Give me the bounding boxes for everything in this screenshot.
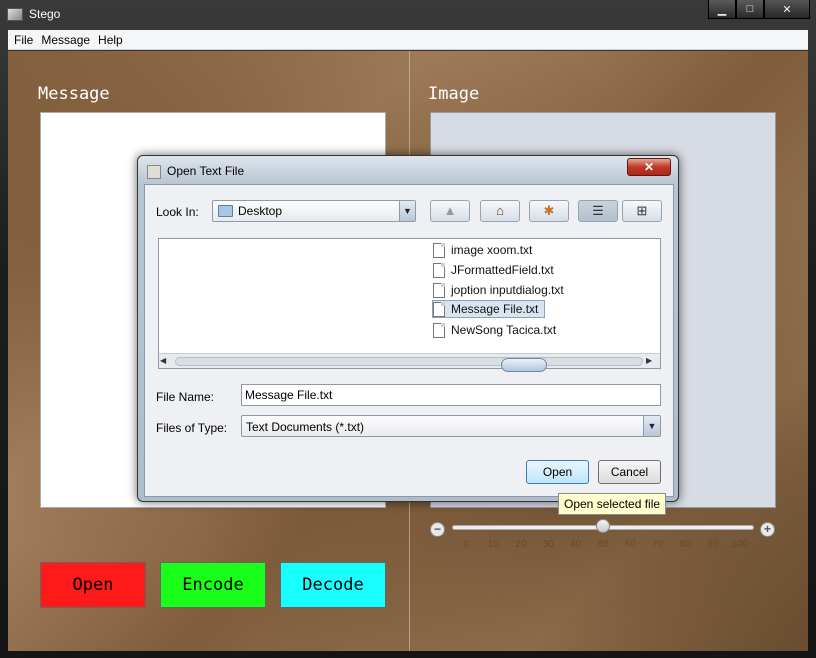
- look-in-combo[interactable]: Desktop ▼: [212, 200, 416, 222]
- menu-bar: File Message Help: [8, 30, 808, 50]
- file-icon: [433, 301, 445, 317]
- image-title: Image: [428, 84, 480, 104]
- list-item[interactable]: JFormattedField.txt: [433, 261, 554, 279]
- zoom-tick-labels: 0 10 20 30 40 50 60 70 80 90 100: [452, 539, 754, 553]
- file-icon: [433, 262, 445, 278]
- dialog-open-button[interactable]: Open: [526, 460, 589, 484]
- file-name-input[interactable]: [241, 384, 661, 406]
- file-list[interactable]: image xoom.txt JFormattedField.txt jopti…: [158, 238, 661, 372]
- file-name: image xoom.txt: [451, 243, 533, 257]
- look-in-value: Desktop: [238, 204, 283, 218]
- dialog-cancel-button[interactable]: Cancel: [598, 460, 661, 484]
- encode-button[interactable]: Encode: [160, 562, 266, 608]
- zoom-tick-label: 50: [597, 539, 609, 550]
- file-name: JFormattedField.txt: [451, 263, 554, 277]
- zoom-tick-label: 70: [652, 539, 664, 550]
- folder-icon: [218, 205, 233, 217]
- menu-message[interactable]: Message: [37, 33, 94, 47]
- file-name-label: File Name:: [156, 390, 215, 404]
- open-button[interactable]: Open: [40, 562, 146, 608]
- scrollbar-thumb[interactable]: [501, 358, 547, 372]
- zoom-tick-label: 60: [624, 539, 636, 550]
- file-name: joption inputdialog.txt: [451, 283, 564, 297]
- zoom-tick-label: 10: [487, 539, 499, 550]
- java-icon: [147, 165, 161, 179]
- tooltip: Open selected file: [558, 493, 667, 515]
- files-of-type-combo[interactable]: Text Documents (*.txt) ▼: [241, 415, 661, 437]
- file-icon: [433, 242, 445, 258]
- look-in-label: Look In:: [156, 205, 199, 219]
- list-item[interactable]: image xoom.txt: [433, 241, 532, 259]
- list-item[interactable]: joption inputdialog.txt: [433, 281, 564, 299]
- zoom-tick-label: 90: [707, 539, 719, 550]
- file-icon: [433, 322, 445, 338]
- dialog-body: Look In: Desktop ▼ ▲ ⌂ ✱ ☰ ⊞ image xoom.…: [144, 184, 674, 497]
- list-item-selected[interactable]: Message File.txt: [432, 300, 546, 318]
- zoom-in-icon[interactable]: +: [760, 522, 775, 537]
- message-title: Message: [38, 84, 110, 104]
- menu-help[interactable]: Help: [94, 33, 127, 47]
- list-view-icon[interactable]: ☰: [578, 200, 618, 222]
- dialog-close-button[interactable]: ✕: [627, 158, 671, 176]
- file-icon: [433, 282, 445, 298]
- zoom-tick-label: 20: [515, 539, 527, 550]
- zoom-tick-label: 40: [570, 539, 582, 550]
- zoom-tick-label: 30: [542, 539, 554, 550]
- zoom-out-icon[interactable]: −: [430, 522, 445, 537]
- chevron-down-icon[interactable]: ▼: [643, 416, 660, 436]
- zoom-tick-label: 80: [679, 539, 691, 550]
- minimize-button[interactable]: ▁: [708, 0, 736, 19]
- scrollbar-track[interactable]: [175, 357, 643, 372]
- details-view-icon[interactable]: ⊞: [622, 200, 662, 222]
- zoom-tick-label: 100: [731, 539, 749, 550]
- chevron-down-icon[interactable]: ▼: [399, 201, 415, 221]
- list-item[interactable]: NewSong Tacica.txt: [433, 321, 556, 339]
- open-file-dialog: Open Text File ✕ Look In: Desktop ▼ ▲ ⌂ …: [137, 155, 679, 502]
- dialog-title: Open Text File: [167, 164, 245, 178]
- maximize-button[interactable]: □: [736, 0, 764, 19]
- close-button[interactable]: ✕: [764, 0, 810, 19]
- files-of-type-label: Files of Type:: [156, 421, 228, 435]
- file-name: Message File.txt: [451, 302, 539, 316]
- app-icon: [7, 8, 23, 21]
- home-icon[interactable]: ⌂: [480, 200, 520, 222]
- window-controls: ▁ □ ✕: [708, 0, 810, 20]
- scroll-left-icon[interactable]: ◀: [160, 356, 170, 366]
- window-title: Stego: [29, 7, 61, 21]
- menu-file[interactable]: File: [10, 33, 37, 47]
- decode-button[interactable]: Decode: [280, 562, 386, 608]
- scroll-right-icon[interactable]: ▶: [646, 356, 656, 366]
- title-bar[interactable]: Stego ▁ □ ✕: [0, 0, 816, 30]
- zoom-slider-thumb[interactable]: [596, 519, 610, 533]
- horizontal-scrollbar[interactable]: ◀ ▶: [159, 353, 660, 372]
- files-of-type-value: Text Documents (*.txt): [246, 420, 365, 434]
- file-name: NewSong Tacica.txt: [451, 323, 557, 337]
- zoom-tick-label: 0: [463, 539, 469, 550]
- new-folder-icon[interactable]: ✱: [529, 200, 569, 222]
- up-folder-icon[interactable]: ▲: [430, 200, 470, 222]
- app-window: Stego ▁ □ ✕ File Message Help Message Im…: [0, 0, 816, 658]
